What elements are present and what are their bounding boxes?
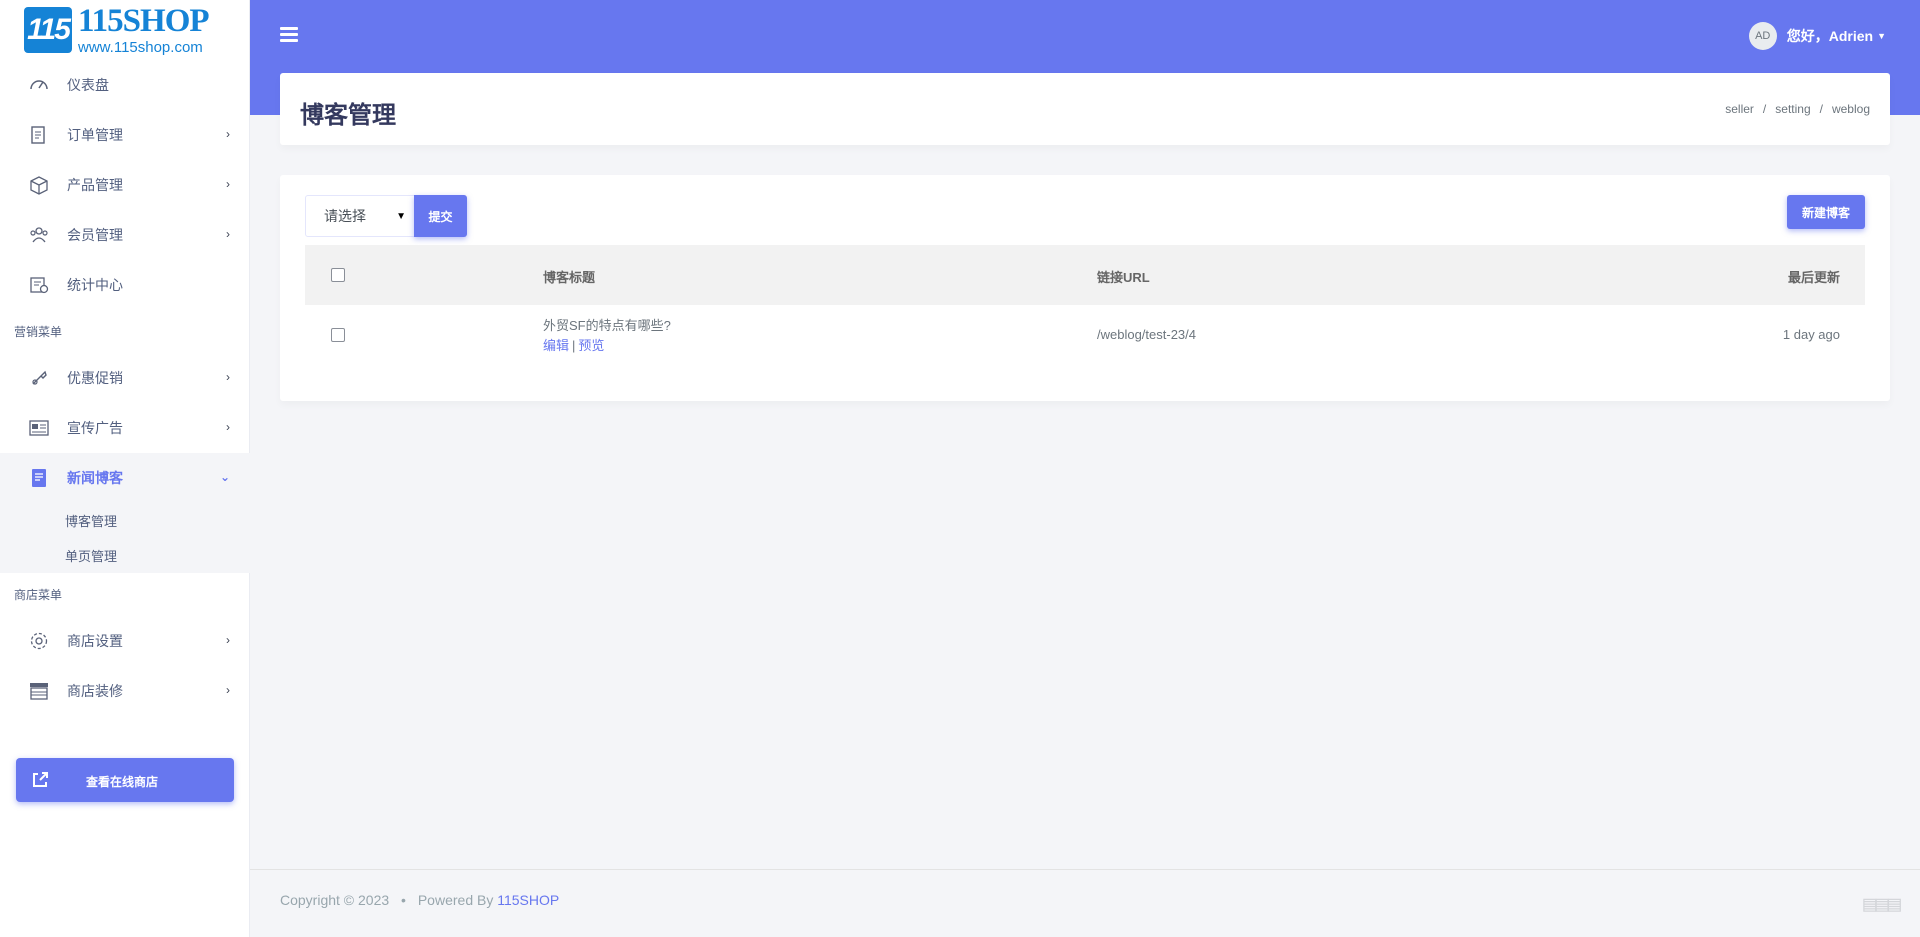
decor-icon <box>28 680 50 702</box>
sidebar-item-news-blog[interactable]: 新闻博客 ⌄ <box>0 453 250 503</box>
stats-icon <box>28 274 50 296</box>
section-label-marketing: 营销菜单 <box>14 325 63 339</box>
chevron-right-icon: › <box>226 227 230 241</box>
blog-list-card: 请选择 ▼ 提交 新建博客 博客标题 链接URL 最后更新 外贸SF的特点有哪些… <box>280 175 1890 401</box>
chevron-right-icon: › <box>226 370 230 384</box>
column-header-url: 链接URL <box>1097 270 1150 285</box>
row-checkbox[interactable] <box>331 328 345 342</box>
sidebar-item-dashboard[interactable]: 仪表盘 <box>0 60 250 110</box>
sidebar: 115 115SHOP www.115shop.com 仪表盘 订单管理 › 产… <box>0 0 250 937</box>
chevron-down-icon: ▼ <box>396 211 406 222</box>
sidebar-item-label: 会员管理 <box>67 227 123 243</box>
page-header-card: 博客管理 seller / setting / weblog <box>280 73 1890 145</box>
breadcrumb: seller / setting / weblog <box>1725 102 1870 116</box>
sidebar-item-label: 订单管理 <box>67 127 123 143</box>
chevron-right-icon: › <box>226 633 230 647</box>
dashboard-icon <box>28 74 50 96</box>
sidebar-item-label: 新闻博客 <box>67 470 123 486</box>
chevron-right-icon: › <box>226 177 230 191</box>
column-header-updated: 最后更新 <box>1787 270 1840 285</box>
breadcrumb-item[interactable]: setting <box>1775 102 1810 116</box>
greeting-text: 您好， <box>1786 28 1829 44</box>
chevron-down-icon: ⌄ <box>219 470 230 484</box>
column-header-title: 博客标题 <box>543 270 596 285</box>
watermark-logo: ▤▤▤ <box>1863 892 1901 917</box>
sidebar-item-label: 商店设置 <box>67 633 123 649</box>
sidebar-item-ads[interactable]: 宣传广告 › <box>0 403 250 453</box>
blog-title: 外贸SF的特点有哪些? <box>543 318 671 333</box>
product-icon <box>28 174 50 196</box>
news-icon <box>28 467 50 489</box>
chevron-right-icon: › <box>226 420 230 434</box>
blog-url: /weblog/test-23/4 <box>1097 327 1197 342</box>
caret-down-icon: ▼ <box>1877 31 1886 41</box>
breadcrumb-item[interactable]: seller <box>1725 102 1754 116</box>
sidebar-item-label: 仪表盘 <box>67 77 109 93</box>
bulk-action-value: 请选择 <box>324 208 366 224</box>
select-all-checkbox[interactable] <box>331 268 345 282</box>
user-menu[interactable]: AD 您好， Adrien ▼ <box>1748 22 1886 50</box>
logo-mark: 115 <box>24 7 72 53</box>
chevron-right-icon: › <box>226 683 230 697</box>
preview-link[interactable]: 预览 <box>578 338 604 353</box>
sidebar-item-label: 商店装修 <box>67 683 123 699</box>
blog-table: 博客标题 链接URL 最后更新 外贸SF的特点有哪些? 编辑 | 预览 /weblo… <box>305 245 1865 365</box>
menu-toggle-icon[interactable] <box>280 27 298 43</box>
table-row: 外贸SF的特点有哪些? 编辑 | 预览 /weblog/test-23/4 1 da… <box>305 305 1865 365</box>
username: Adrien <box>1828 28 1874 44</box>
news-blog-group: 新闻博客 ⌄ 博客管理 单页管理 <box>0 453 250 573</box>
logo-url: www.115shop.com <box>78 39 203 56</box>
breadcrumb-item: weblog <box>1831 102 1870 116</box>
sidebar-subitem-page-management[interactable]: 单页管理 <box>0 538 250 573</box>
powered-by-text: Powered By <box>417 892 494 908</box>
settings-icon <box>28 630 50 652</box>
sidebar-item-shop-settings[interactable]: 商店设置 › <box>0 616 250 666</box>
promotion-icon <box>28 367 50 389</box>
sidebar-nav: 仪表盘 订单管理 › 产品管理 › 会员管理 › 统计中心 营销菜单 优惠促销 … <box>0 60 250 716</box>
copyright-text: Copyright © 2023 <box>280 892 390 908</box>
brand-link[interactable]: 115SHOP <box>497 892 559 908</box>
external-link-icon <box>31 771 49 789</box>
view-online-store-button[interactable]: 查看在线商店 <box>16 758 234 802</box>
submit-button[interactable]: 提交 <box>414 195 467 237</box>
sidebar-item-members[interactable]: 会员管理 › <box>0 210 250 260</box>
sidebar-item-shop-decor[interactable]: 商店装修 › <box>0 666 250 716</box>
chevron-right-icon: › <box>226 127 230 141</box>
logo-name: 115SHOP <box>78 3 210 39</box>
members-icon <box>28 224 50 246</box>
sidebar-item-promotions[interactable]: 优惠促销 › <box>0 353 250 403</box>
blog-updated: 1 day ago <box>1782 327 1840 342</box>
sidebar-item-label: 产品管理 <box>67 177 123 193</box>
view-online-store-label: 查看在线商店 <box>86 775 159 789</box>
bulk-action-select[interactable]: 请选择 ▼ <box>305 195 415 237</box>
sidebar-item-label: 宣传广告 <box>67 420 123 436</box>
logo[interactable]: 115 115SHOP www.115shop.com <box>24 3 210 56</box>
section-label-shop: 商店菜单 <box>14 588 63 602</box>
table-header: 博客标题 链接URL 最后更新 <box>305 245 1865 305</box>
sidebar-item-stats[interactable]: 统计中心 <box>0 260 250 310</box>
edit-link[interactable]: 编辑 <box>543 338 569 353</box>
sidebar-item-products[interactable]: 产品管理 › <box>0 160 250 210</box>
sidebar-item-label: 统计中心 <box>67 277 123 293</box>
ads-icon <box>28 417 50 439</box>
sidebar-item-label: 优惠促销 <box>67 370 123 386</box>
avatar: AD <box>1748 22 1777 50</box>
new-blog-button[interactable]: 新建博客 <box>1787 195 1865 229</box>
footer: Copyright © 2023 • Powered By 115SHOP ▤▤… <box>250 869 1920 937</box>
sidebar-subitem-blog-management[interactable]: 博客管理 <box>0 503 250 538</box>
sidebar-item-orders[interactable]: 订单管理 › <box>0 110 250 160</box>
page-title: 博客管理 <box>300 102 396 129</box>
order-icon <box>28 124 50 146</box>
